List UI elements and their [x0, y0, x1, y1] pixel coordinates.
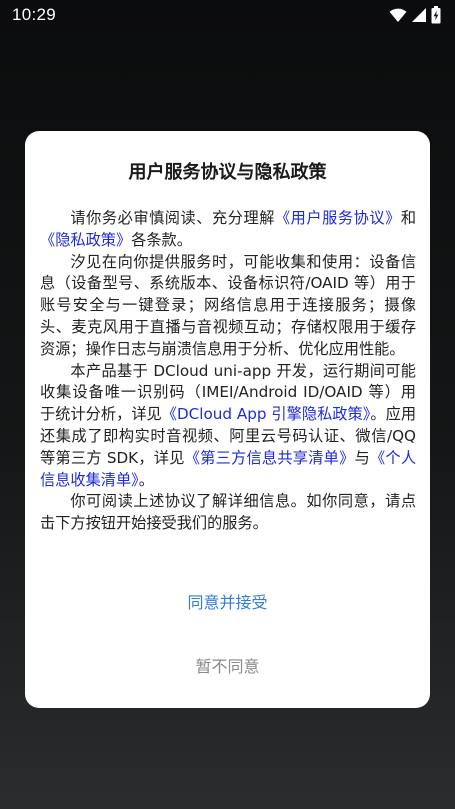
- agree-button[interactable]: 同意并接受: [25, 589, 430, 613]
- consent-text: 你可阅读上述协议了解详细信息。如你同意，请点击下方按钮开始接受我们的服务。: [40, 492, 416, 533]
- privacy-policy-link[interactable]: 《隐私政策》: [40, 231, 131, 249]
- user-agreement-link[interactable]: 《用户服务协议》: [275, 209, 401, 227]
- status-bar: 10:29: [0, 0, 455, 32]
- paragraph-data-usage: 汐见在向你提供服务时，可能收集和使用：设备信息（设备型号、系统版本、设备标识符/…: [40, 252, 416, 361]
- paragraph-sdk: 本产品基于 DCloud uni-app 开发，运行期间可能收集设备唯一识别码（…: [40, 361, 416, 492]
- third-party-sharing-list-link[interactable]: 《第三方信息共享清单》: [185, 449, 355, 467]
- cellular-signal-icon: [412, 8, 426, 22]
- intro-end-text: 各条款。: [131, 230, 192, 249]
- sdk-text-4: 。: [138, 470, 154, 489]
- data-usage-text: 汐见在向你提供服务时，可能收集和使用：设备信息（设备型号、系统版本、设备标识符/…: [40, 252, 416, 358]
- intro-text: 请你务必审慎阅读、充分理解: [70, 209, 275, 227]
- dcloud-privacy-policy-link[interactable]: 《DCloud App 引擎隐私政策》: [162, 405, 371, 423]
- paragraph-consent: 你可阅读上述协议了解详细信息。如你同意，请点击下方按钮开始接受我们的服务。: [40, 491, 416, 535]
- paragraph-intro: 请你务必审慎阅读、充分理解《用户服务协议》和《隐私政策》各条款。: [40, 208, 416, 252]
- battery-charging-icon: [431, 6, 441, 24]
- wifi-icon: [389, 8, 407, 22]
- privacy-dialog: 用户服务协议与隐私政策 请你务必审慎阅读、充分理解《用户服务协议》和《隐私政策》…: [25, 131, 430, 708]
- status-time: 10:29: [12, 5, 57, 24]
- sdk-text-3: 与: [354, 448, 370, 467]
- intro-and-text: 和: [400, 209, 416, 227]
- disagree-button[interactable]: 暂不同意: [25, 653, 430, 677]
- dialog-body: 请你务必审慎阅读、充分理解《用户服务协议》和《隐私政策》各条款。 汐见在向你提供…: [40, 208, 416, 535]
- status-icons: [389, 6, 441, 24]
- dialog-title: 用户服务协议与隐私政策: [128, 162, 327, 183]
